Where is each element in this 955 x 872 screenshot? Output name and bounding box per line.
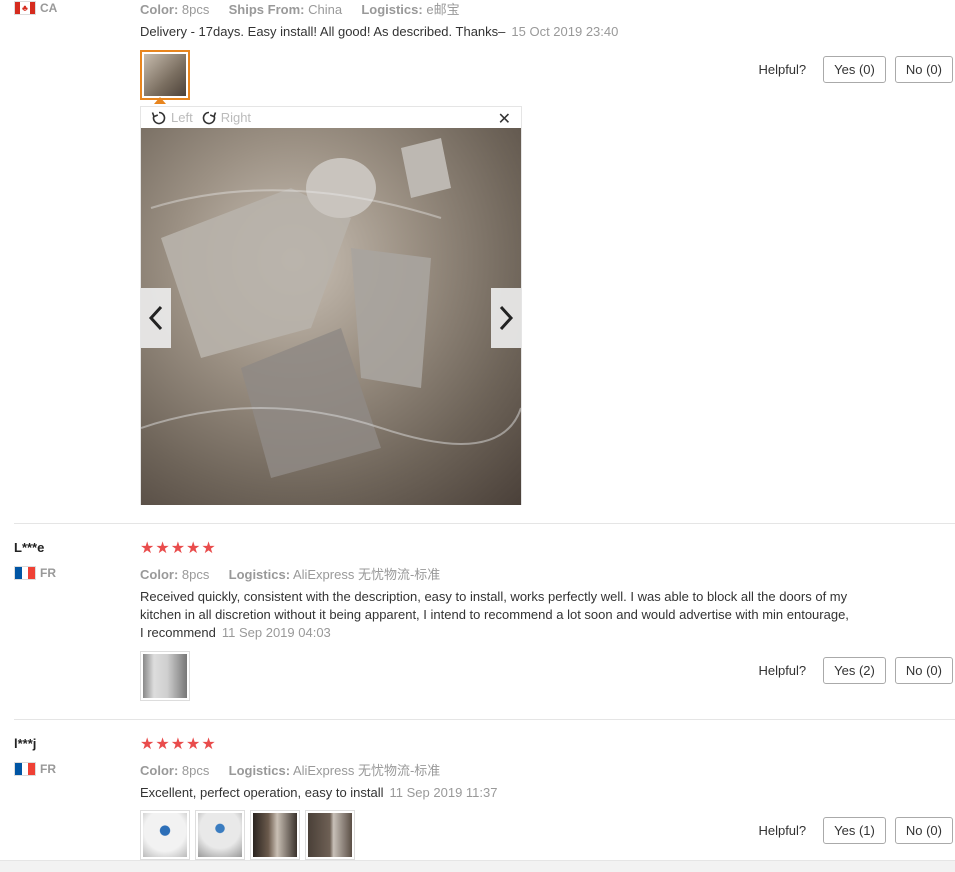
review-photo-thumb[interactable] bbox=[140, 810, 190, 860]
france-flag-icon bbox=[14, 566, 36, 580]
rotate-right-button[interactable]: Right bbox=[201, 110, 251, 126]
color-label: Color: bbox=[140, 763, 179, 778]
color-value: 8pcs bbox=[181, 567, 210, 582]
helpful-vote: Helpful? Yes (1) No (0) bbox=[758, 817, 953, 844]
star-rating: ★★★★★ bbox=[140, 736, 217, 753]
review-photo-thumb[interactable] bbox=[250, 810, 300, 860]
reviewer-name: l***j bbox=[14, 736, 37, 751]
helpful-yes-button[interactable]: Yes (1) bbox=[823, 817, 886, 844]
ships-from-value: China bbox=[308, 2, 343, 17]
rotate-left-icon bbox=[151, 111, 166, 124]
canada-flag-icon: ♣ bbox=[14, 1, 36, 15]
review-meta: Color: 8pcs Logistics: AliExpress 无忧物流-标… bbox=[140, 760, 440, 779]
helpful-yes-button[interactable]: Yes (2) bbox=[823, 657, 886, 684]
helpful-yes-button[interactable]: Yes (0) bbox=[823, 56, 886, 83]
photo-content bbox=[141, 138, 521, 478]
review-meta: Color: 8pcs Ships From: China Logistics:… bbox=[140, 0, 460, 18]
photo-viewer: Left Right ✕ bbox=[140, 106, 522, 505]
star-rating: ★★★★★ bbox=[140, 540, 217, 557]
color-value: 8pcs bbox=[181, 763, 210, 778]
review-text: Received quickly, consistent with the de… bbox=[140, 589, 849, 640]
review-photo-thumb[interactable] bbox=[195, 810, 245, 860]
color-value: 8pcs bbox=[181, 2, 210, 17]
next-photo-button[interactable] bbox=[491, 288, 521, 348]
helpful-no-button[interactable]: No (0) bbox=[894, 657, 953, 684]
reviewer-country: ♣ CA bbox=[14, 1, 57, 15]
reviewer-name: L***e bbox=[14, 540, 45, 555]
review-photo-large bbox=[141, 128, 521, 505]
logistics-label: Logistics: bbox=[228, 567, 291, 582]
review-divider bbox=[14, 523, 955, 524]
helpful-vote: Helpful? Yes (0) No (0) bbox=[758, 56, 953, 83]
helpful-vote: Helpful? Yes (2) No (0) bbox=[758, 657, 953, 684]
color-label: Color: bbox=[140, 2, 179, 17]
reviewer-country: FR bbox=[14, 566, 56, 580]
ships-from-label: Ships From: bbox=[228, 2, 305, 17]
review-photo-thumb[interactable] bbox=[140, 651, 190, 701]
logistics-value: e邮宝 bbox=[426, 2, 460, 17]
bottom-edge bbox=[0, 860, 955, 872]
rotate-right-icon bbox=[202, 111, 216, 124]
review-meta: Color: 8pcs Logistics: AliExpress 无忧物流-标… bbox=[140, 564, 440, 583]
chevron-right-icon bbox=[499, 305, 514, 331]
thumb-pointer bbox=[154, 97, 166, 104]
chevron-left-icon bbox=[148, 305, 163, 331]
reviewer-country: FR bbox=[14, 762, 56, 776]
close-icon[interactable]: ✕ bbox=[498, 109, 511, 129]
helpful-no-button[interactable]: No (0) bbox=[894, 817, 953, 844]
review-date: 15 Oct 2019 23:40 bbox=[511, 24, 619, 39]
logistics-value: AliExpress 无忧物流-标准 bbox=[292, 763, 441, 778]
review-date: 11 Sep 2019 11:37 bbox=[389, 785, 498, 800]
review-text: Excellent, perfect operation, easy to in… bbox=[140, 785, 498, 800]
logistics-label: Logistics: bbox=[228, 763, 291, 778]
review-photo-thumb[interactable] bbox=[140, 50, 190, 100]
france-flag-icon bbox=[14, 762, 36, 776]
review-date: 11 Sep 2019 04:03 bbox=[221, 625, 331, 640]
review-divider bbox=[14, 719, 955, 720]
logistics-label: Logistics: bbox=[361, 2, 423, 17]
review-photo-thumb[interactable] bbox=[305, 810, 355, 860]
helpful-no-button[interactable]: No (0) bbox=[894, 56, 953, 83]
rotate-left-button[interactable]: Left bbox=[151, 110, 193, 126]
viewer-toolbar: Left Right ✕ bbox=[141, 107, 521, 128]
prev-photo-button[interactable] bbox=[141, 288, 171, 348]
review-text: Delivery - 17days. Easy install! All goo… bbox=[140, 24, 619, 39]
logistics-value: AliExpress 无忧物流-标准 bbox=[292, 567, 441, 582]
color-label: Color: bbox=[140, 567, 179, 582]
